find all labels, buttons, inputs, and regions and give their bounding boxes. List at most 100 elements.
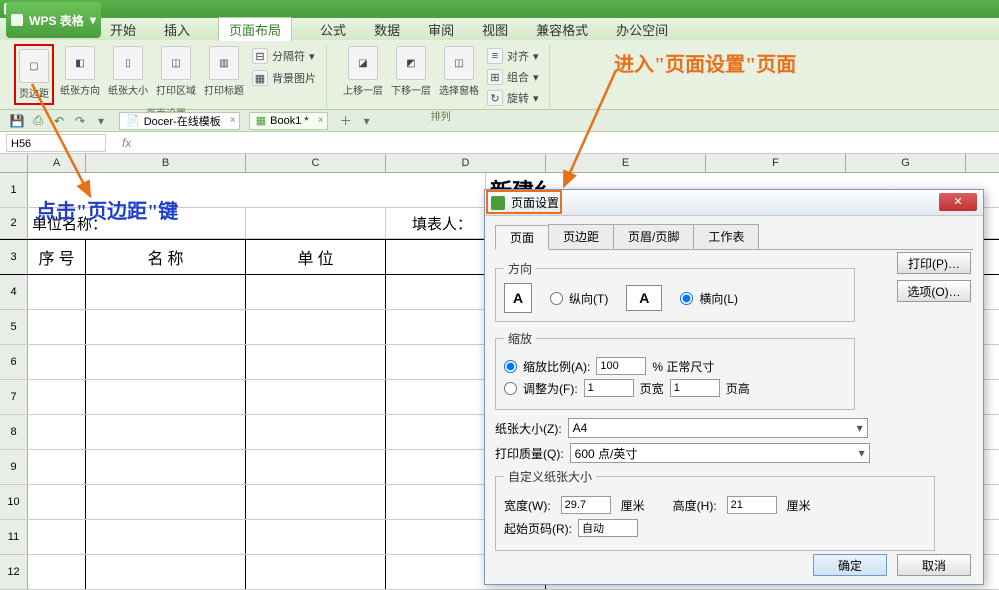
close-icon[interactable]: × bbox=[230, 115, 236, 126]
cell[interactable] bbox=[246, 415, 386, 449]
cell[interactable] bbox=[86, 555, 246, 589]
row-header[interactable]: 3 bbox=[0, 240, 28, 274]
menu-office-space[interactable]: 办公空间 bbox=[616, 20, 668, 39]
row-header[interactable]: 4 bbox=[0, 275, 28, 309]
fx-label[interactable]: fx bbox=[122, 136, 131, 150]
tab-margins[interactable]: 页边距 bbox=[548, 224, 614, 249]
tab-list-icon[interactable]: ▾ bbox=[358, 112, 376, 130]
cell[interactable] bbox=[86, 345, 246, 379]
cell[interactable] bbox=[86, 520, 246, 554]
wps-menu-button[interactable]: WPS 表格 ▾ bbox=[6, 2, 101, 38]
send-backward-button[interactable]: ◩下移一层 bbox=[389, 44, 433, 99]
col-header-a[interactable]: A bbox=[28, 154, 86, 172]
col-header-b[interactable]: B bbox=[86, 154, 246, 172]
background-button[interactable]: ▦背景图片 bbox=[250, 68, 318, 88]
menu-start[interactable]: 开始 bbox=[110, 20, 136, 39]
menu-view[interactable]: 视图 bbox=[482, 20, 508, 39]
cell[interactable] bbox=[246, 485, 386, 519]
col-header-e[interactable]: E bbox=[546, 154, 706, 172]
row-header[interactable]: 6 bbox=[0, 345, 28, 379]
col-header-g[interactable]: G bbox=[846, 154, 966, 172]
qat-print-icon[interactable]: ⎙ bbox=[29, 112, 47, 130]
selection-pane-button[interactable]: ◫选择窗格 bbox=[437, 44, 481, 99]
qat-more-icon[interactable]: ▾ bbox=[92, 112, 110, 130]
cell[interactable] bbox=[246, 275, 386, 309]
cell[interactable] bbox=[28, 310, 86, 344]
cell[interactable] bbox=[28, 415, 86, 449]
row-header[interactable]: 11 bbox=[0, 520, 28, 554]
cell[interactable] bbox=[246, 345, 386, 379]
menu-formula[interactable]: 公式 bbox=[320, 20, 346, 39]
row-header[interactable]: 10 bbox=[0, 485, 28, 519]
width-input[interactable]: 29.7 bbox=[561, 496, 611, 514]
row-header[interactable]: 12 bbox=[0, 555, 28, 589]
col-header-f[interactable]: F bbox=[706, 154, 846, 172]
cell-hdr-name[interactable]: 名 称 bbox=[86, 240, 246, 274]
doc-tab-docer[interactable]: 📄 Docer-在线模板 × bbox=[119, 112, 240, 130]
cell[interactable] bbox=[86, 380, 246, 414]
print-quality-select[interactable]: 600 点/英寸 bbox=[570, 443, 870, 463]
row-header[interactable]: 9 bbox=[0, 450, 28, 484]
cell[interactable] bbox=[28, 450, 86, 484]
tab-header-footer[interactable]: 页眉/页脚 bbox=[613, 224, 694, 249]
fit-height-input[interactable]: 1 bbox=[670, 379, 720, 397]
rotate-button[interactable]: ↻旋转▾ bbox=[485, 88, 541, 108]
select-all-corner[interactable] bbox=[0, 154, 28, 172]
qat-save-icon[interactable]: 💾 bbox=[8, 112, 26, 130]
cell[interactable] bbox=[246, 380, 386, 414]
cell-hdr-seq[interactable]: 序 号 bbox=[28, 240, 86, 274]
cell-title-left[interactable] bbox=[28, 173, 486, 207]
tab-page[interactable]: 页面 bbox=[495, 225, 549, 250]
fit-width-input[interactable]: 1 bbox=[584, 379, 634, 397]
cell[interactable] bbox=[28, 520, 86, 554]
group-button[interactable]: ⊞组合▾ bbox=[485, 67, 541, 87]
cell[interactable] bbox=[28, 345, 86, 379]
cell[interactable] bbox=[246, 450, 386, 484]
orientation-button[interactable]: ◧ 纸张方向 bbox=[58, 44, 102, 99]
print-button[interactable]: 打印(P)… bbox=[897, 252, 971, 274]
radio-landscape[interactable]: 横向(L) bbox=[680, 290, 738, 307]
col-header-d[interactable]: D bbox=[386, 154, 546, 172]
print-area-button[interactable]: ◫ 打印区域 bbox=[154, 44, 198, 99]
col-header-c[interactable]: C bbox=[246, 154, 386, 172]
menu-data[interactable]: 数据 bbox=[374, 20, 400, 39]
cell[interactable] bbox=[28, 485, 86, 519]
paper-size-button[interactable]: ▯ 纸张大小 bbox=[106, 44, 150, 99]
cell[interactable] bbox=[86, 275, 246, 309]
cell[interactable] bbox=[246, 520, 386, 554]
paper-size-select[interactable]: A4 bbox=[568, 418, 868, 438]
cell[interactable] bbox=[28, 555, 86, 589]
breaks-button[interactable]: ⊟分隔符▾ bbox=[250, 46, 318, 66]
row-header[interactable]: 2 bbox=[0, 208, 28, 238]
menu-compat[interactable]: 兼容格式 bbox=[536, 20, 588, 39]
bring-forward-button[interactable]: ◪上移一层 bbox=[341, 44, 385, 99]
row-header[interactable]: 8 bbox=[0, 415, 28, 449]
menu-insert[interactable]: 插入 bbox=[164, 20, 190, 39]
radio-portrait[interactable]: 纵向(T) bbox=[550, 290, 608, 307]
qat-redo-icon[interactable]: ↷ bbox=[71, 112, 89, 130]
radio-scale[interactable] bbox=[504, 360, 517, 373]
options-button[interactable]: 选项(O)… bbox=[897, 280, 971, 302]
scale-input[interactable]: 100 bbox=[596, 357, 646, 375]
margins-button[interactable]: ▢ 页边距 bbox=[17, 47, 51, 102]
menu-page-layout[interactable]: 页面布局 bbox=[218, 17, 292, 41]
cell-unit-name[interactable]: 单位名称： bbox=[28, 208, 246, 238]
cell[interactable] bbox=[246, 555, 386, 589]
row-header[interactable]: 7 bbox=[0, 380, 28, 414]
print-titles-button[interactable]: ▥ 打印标题 bbox=[202, 44, 246, 99]
cell[interactable] bbox=[246, 310, 386, 344]
row-header[interactable]: 5 bbox=[0, 310, 28, 344]
qat-undo-icon[interactable]: ↶ bbox=[50, 112, 68, 130]
name-box[interactable]: H56 bbox=[6, 134, 106, 152]
cell-hdr-unit[interactable]: 单 位 bbox=[246, 240, 386, 274]
height-input[interactable]: 21 bbox=[727, 496, 777, 514]
first-page-input[interactable]: 自动 bbox=[578, 519, 638, 537]
cell[interactable] bbox=[86, 450, 246, 484]
radio-fit[interactable] bbox=[504, 382, 517, 395]
ok-button[interactable]: 确定 bbox=[813, 554, 887, 576]
dialog-close-button[interactable]: ✕ bbox=[939, 193, 977, 211]
cell[interactable] bbox=[28, 275, 86, 309]
close-icon[interactable]: × bbox=[318, 115, 324, 126]
row-header[interactable]: 1 bbox=[0, 173, 28, 207]
cell[interactable] bbox=[86, 485, 246, 519]
